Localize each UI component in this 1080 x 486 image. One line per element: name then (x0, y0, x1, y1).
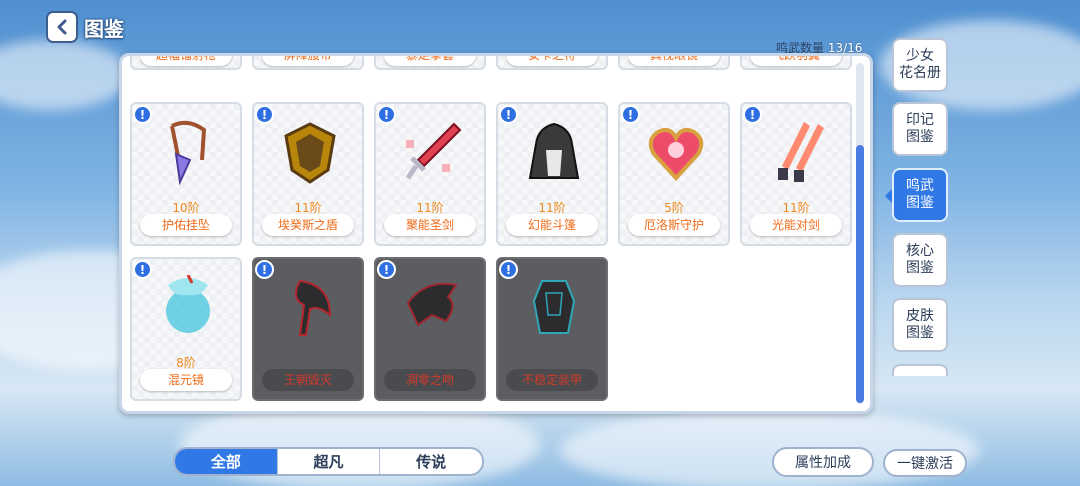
card-name: 护佑挂坠 (140, 214, 232, 236)
scrollbar[interactable] (856, 63, 864, 404)
card-name: 埃癸斯之盾 (262, 214, 354, 236)
rarity-filter: 全部 超凡 传说 (173, 447, 484, 476)
info-badge-icon[interactable]: ! (133, 260, 152, 279)
collection-card[interactable]: ! 5阶 厄洛斯守护 (618, 102, 730, 246)
card-name: 光能对剑 (750, 214, 842, 236)
card-name: 屏障腰带 (262, 56, 354, 66)
axe-icon (280, 275, 340, 341)
sword-icon (402, 120, 462, 186)
info-badge-icon[interactable]: ! (255, 105, 274, 124)
card-name: 暴走拳套 (384, 56, 476, 66)
info-badge-icon[interactable]: ! (621, 105, 640, 124)
info-badge-icon[interactable]: ! (743, 105, 762, 124)
collection-card[interactable]: ! 10阶 护佑挂坠 (130, 102, 242, 246)
heart-icon (646, 120, 706, 186)
collection-card[interactable]: ! 11阶 埃癸斯之盾 (252, 102, 364, 246)
info-badge-icon[interactable]: ! (377, 260, 396, 279)
armor-icon (524, 275, 584, 341)
collection-card[interactable]: 安卡之符 (496, 56, 608, 70)
cloak-icon (524, 120, 584, 186)
info-badge-icon[interactable]: ! (499, 105, 518, 124)
side-tab-label: 鸣武 图鉴 (906, 178, 934, 211)
filter-legendary[interactable]: 传说 (379, 449, 482, 474)
collection-card[interactable]: 真视眼镜 (618, 56, 730, 70)
back-button[interactable] (46, 11, 78, 43)
collection-card[interactable]: ! 8阶 混元镜 (130, 257, 242, 401)
collection-card[interactable]: ! 11阶 幻能斗篷 (496, 102, 608, 246)
info-badge-icon[interactable]: ! (377, 105, 396, 124)
collection-card[interactable]: ! 11阶 光能对剑 (740, 102, 852, 246)
collection-card[interactable]: 暴走拳套 (374, 56, 486, 70)
side-tab-label: 印记 图鉴 (906, 112, 934, 145)
card-name: 凋零之吻 (384, 369, 476, 391)
shield-icon (280, 120, 340, 186)
filter-extraordinary[interactable]: 超凡 (276, 449, 380, 474)
collection-card[interactable]: ! 11阶 聚能圣剑 (374, 102, 486, 246)
side-tab-label: 皮肤 图鉴 (906, 308, 934, 341)
card-name: 飞跃羽翼 (750, 56, 842, 66)
collection-card[interactable]: 超幅镭射枪 (130, 56, 242, 70)
side-tab[interactable]: 印记 图鉴 (892, 102, 948, 156)
mirror-icon (158, 274, 218, 341)
twin-blades-icon (768, 120, 828, 186)
card-name: 真视眼镜 (628, 56, 720, 66)
card-name: 安卡之符 (506, 56, 598, 66)
active-indicator-icon (885, 189, 892, 203)
info-badge-icon[interactable]: ! (499, 260, 518, 279)
collection-panel[interactable]: 超幅镭射枪 屏障腰带 暴走拳套 安卡之符 真视眼镜 飞跃羽翼 ! 10阶 护佑挂坠! 11阶 埃癸斯… (119, 53, 873, 414)
activate-all-button[interactable]: 一键激活 (883, 449, 967, 477)
collection-card[interactable]: ! 凋零之吻 (374, 257, 486, 401)
collection-card[interactable]: ! 不稳定装甲 (496, 257, 608, 401)
side-tab-label: 核心 图鉴 (906, 243, 934, 276)
side-tab-label: 少女 花名册 (899, 48, 941, 81)
info-badge-icon[interactable]: ! (133, 105, 152, 124)
side-tab[interactable]: 少女 花名册 (892, 38, 948, 92)
card-name: 王朝毁灭 (262, 369, 354, 391)
claw-icon (402, 275, 462, 341)
card-name: 不稳定装甲 (506, 369, 598, 391)
attribute-bonus-button[interactable]: 属性加成 (772, 447, 874, 477)
card-name: 厄洛斯守护 (628, 214, 720, 236)
side-tab[interactable]: 鸣武 图鉴 (885, 168, 948, 222)
collection-card[interactable]: 屏障腰带 (252, 56, 364, 70)
info-badge-icon[interactable]: ! (255, 260, 274, 279)
side-tab[interactable]: 核心 图鉴 (892, 233, 948, 287)
collection-card[interactable]: 飞跃羽翼 (740, 56, 852, 70)
card-name: 超幅镭射枪 (140, 56, 232, 66)
card-name: 聚能圣剑 (384, 214, 476, 236)
side-tab[interactable]: 皮肤 图鉴 (892, 298, 948, 352)
collection-card[interactable]: ! 王朝毁灭 (252, 257, 364, 401)
pendant-icon (158, 120, 218, 186)
chevron-left-icon (57, 19, 67, 35)
page-title: 图鉴 (84, 17, 124, 41)
card-name: 幻能斗篷 (506, 214, 598, 236)
filter-all[interactable]: 全部 (175, 449, 277, 474)
scrollbar-thumb[interactable] (856, 145, 864, 403)
sky-cloud (0, 40, 130, 110)
card-name: 混元镜 (140, 369, 232, 391)
side-tab-partial[interactable] (892, 364, 948, 376)
